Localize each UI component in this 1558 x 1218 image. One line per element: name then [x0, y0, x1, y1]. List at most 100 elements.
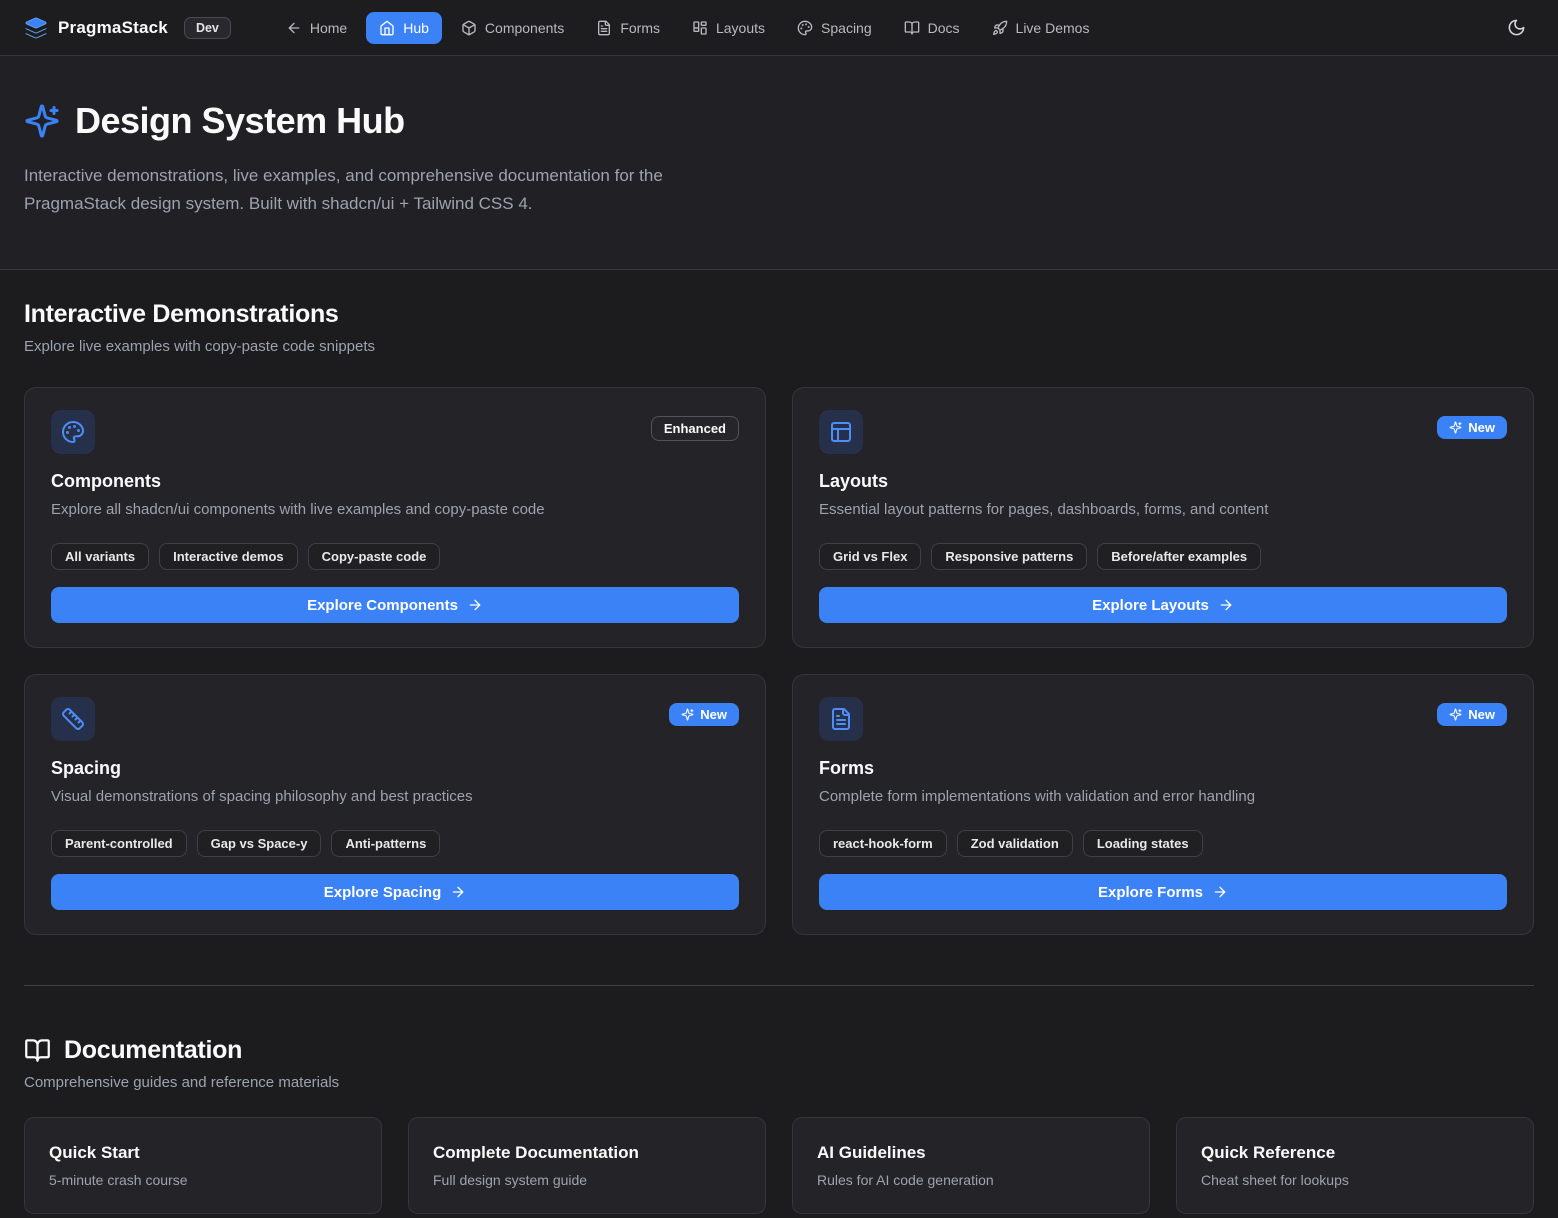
- tag-row: Grid vs Flex Responsive patterns Before/…: [819, 543, 1507, 570]
- button-label: Explore Layouts: [1092, 597, 1209, 614]
- nav-item-spacing[interactable]: Spacing: [784, 12, 885, 44]
- doc-card-quick-reference[interactable]: Quick Reference Cheat sheet for lookups: [1176, 1117, 1534, 1214]
- nav-item-home[interactable]: Home: [273, 12, 360, 44]
- demos-heading: Interactive Demonstrations: [24, 300, 1534, 329]
- main-content: Interactive Demonstrations Explore live …: [0, 270, 1558, 1214]
- demos-subheading: Explore live examples with copy-paste co…: [24, 338, 1534, 355]
- nav-item-components[interactable]: Components: [448, 12, 577, 44]
- nav-item-layouts[interactable]: Layouts: [679, 12, 778, 44]
- book-open-icon: [24, 1037, 51, 1064]
- new-badge: New: [1437, 416, 1507, 439]
- nav-label: Forms: [620, 20, 660, 36]
- palette-icon: [51, 410, 95, 454]
- tag: Zod validation: [957, 830, 1073, 857]
- tag: Gap vs Space-y: [197, 830, 322, 857]
- arrow-right-icon: [450, 884, 466, 900]
- tag: Responsive patterns: [931, 543, 1087, 570]
- sparkles-icon: [1449, 708, 1462, 721]
- nav-item-live-demos[interactable]: Live Demos: [979, 12, 1103, 44]
- nav-item-hub[interactable]: Hub: [366, 12, 442, 44]
- button-label: Explore Components: [307, 597, 458, 614]
- page-description: Interactive demonstrations, live example…: [24, 162, 764, 217]
- sparkles-icon: [681, 708, 694, 721]
- ruler-icon: [51, 697, 95, 741]
- button-label: Explore Forms: [1098, 884, 1203, 901]
- docs-heading: Documentation: [64, 1036, 242, 1065]
- tag: Copy-paste code: [308, 543, 441, 570]
- doc-card-complete-documentation[interactable]: Complete Documentation Full design syste…: [408, 1117, 766, 1214]
- docs-subheading: Comprehensive guides and reference mater…: [24, 1074, 1534, 1091]
- page-title: Design System Hub: [75, 100, 405, 142]
- brand[interactable]: PragmaStack Dev: [24, 16, 231, 40]
- sparkles-icon: [1449, 421, 1462, 434]
- tag-row: All variants Interactive demos Copy-past…: [51, 543, 739, 570]
- panels-top-icon: [819, 410, 863, 454]
- nav-item-forms[interactable]: Forms: [583, 12, 673, 44]
- hero-section: Design System Hub Interactive demonstrat…: [0, 56, 1558, 270]
- tag: Loading states: [1083, 830, 1203, 857]
- button-label: Explore Spacing: [324, 884, 442, 901]
- tag: All variants: [51, 543, 149, 570]
- nav-item-docs[interactable]: Docs: [891, 12, 973, 44]
- file-text-icon: [596, 20, 612, 36]
- nav-label: Hub: [403, 20, 429, 36]
- arrow-right-icon: [1218, 597, 1234, 613]
- demo-card-grid: Enhanced Components Explore all shadcn/u…: [24, 387, 1534, 935]
- doc-card-description: Cheat sheet for lookups: [1201, 1172, 1509, 1188]
- home-icon: [379, 20, 395, 36]
- card-title: Components: [51, 471, 739, 492]
- nav-label: Layouts: [716, 20, 765, 36]
- nav-label: Spacing: [821, 20, 872, 36]
- layers-logo-icon: [24, 16, 48, 40]
- doc-card-grid: Quick Start 5-minute crash course Comple…: [24, 1117, 1534, 1214]
- theme-toggle-button[interactable]: [1499, 10, 1534, 45]
- package-icon: [461, 20, 477, 36]
- doc-card-description: 5-minute crash course: [49, 1172, 357, 1188]
- layout-dashboard-icon: [692, 20, 708, 36]
- card-description: Visual demonstrations of spacing philoso…: [51, 788, 739, 805]
- card-description: Essential layout patterns for pages, das…: [819, 501, 1507, 518]
- doc-card-description: Rules for AI code generation: [817, 1172, 1125, 1188]
- demo-card-components: Enhanced Components Explore all shadcn/u…: [24, 387, 766, 648]
- doc-card-title: Quick Reference: [1201, 1143, 1509, 1163]
- main-nav: Home Hub Components Forms Layouts: [273, 12, 1103, 44]
- demo-card-spacing: New Spacing Visual demonstrations of spa…: [24, 674, 766, 935]
- demo-card-layouts: New Layouts Essential layout patterns fo…: [792, 387, 1534, 648]
- explore-layouts-button[interactable]: Explore Layouts: [819, 587, 1507, 623]
- doc-card-title: Quick Start: [49, 1143, 357, 1163]
- card-description: Complete form implementations with valid…: [819, 788, 1507, 805]
- card-title: Spacing: [51, 758, 739, 779]
- arrow-right-icon: [1212, 884, 1228, 900]
- status-badge: Enhanced: [651, 416, 739, 441]
- tag: Parent-controlled: [51, 830, 187, 857]
- rocket-icon: [992, 20, 1008, 36]
- moon-icon: [1507, 18, 1526, 37]
- new-badge: New: [669, 703, 739, 726]
- badge-label: New: [700, 707, 727, 722]
- section-divider: [24, 985, 1534, 986]
- top-navbar: PragmaStack Dev Home Hub Components Fo: [0, 0, 1558, 56]
- doc-card-title: AI Guidelines: [817, 1143, 1125, 1163]
- tag: Anti-patterns: [331, 830, 440, 857]
- env-badge: Dev: [184, 17, 231, 39]
- nav-label: Components: [485, 20, 564, 36]
- nav-label: Live Demos: [1016, 20, 1090, 36]
- badge-label: New: [1468, 707, 1495, 722]
- explore-forms-button[interactable]: Explore Forms: [819, 874, 1507, 910]
- doc-card-ai-guidelines[interactable]: AI Guidelines Rules for AI code generati…: [792, 1117, 1150, 1214]
- tag: Interactive demos: [159, 543, 298, 570]
- palette-icon: [797, 20, 813, 36]
- documentation-section: Documentation Comprehensive guides and r…: [24, 1036, 1534, 1214]
- nav-label: Home: [310, 20, 347, 36]
- nav-label: Docs: [928, 20, 960, 36]
- file-text-icon: [819, 697, 863, 741]
- card-title: Forms: [819, 758, 1507, 779]
- tag-row: react-hook-form Zod validation Loading s…: [819, 830, 1507, 857]
- tag: Grid vs Flex: [819, 543, 921, 570]
- doc-card-quick-start[interactable]: Quick Start 5-minute crash course: [24, 1117, 382, 1214]
- arrow-left-icon: [286, 20, 302, 36]
- badge-label: New: [1468, 420, 1495, 435]
- explore-spacing-button[interactable]: Explore Spacing: [51, 874, 739, 910]
- explore-components-button[interactable]: Explore Components: [51, 587, 739, 623]
- tag-row: Parent-controlled Gap vs Space-y Anti-pa…: [51, 830, 739, 857]
